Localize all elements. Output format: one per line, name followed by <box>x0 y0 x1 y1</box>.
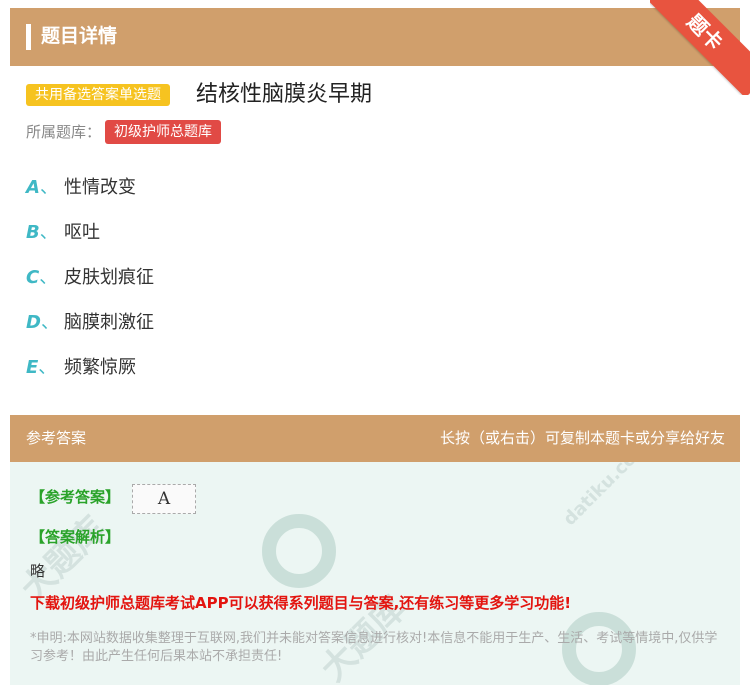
option-text: 性情改变 <box>64 177 136 198</box>
option-text: 皮肤划痕征 <box>64 267 154 288</box>
option-letter: E <box>26 357 39 378</box>
option-separator: 、 <box>39 267 58 288</box>
option-a[interactable]: A、 性情改变 <box>26 175 136 201</box>
answer-header-bar: 参考答案 长按（或右击）可复制本题卡或分享给好友 <box>10 415 740 462</box>
option-text: 频繁惊厥 <box>64 357 136 378</box>
option-letter: D <box>26 312 41 333</box>
explanation-label: 【答案解析】 <box>30 528 121 546</box>
option-b[interactable]: B、 呕吐 <box>26 220 100 246</box>
answer-label: 【参考答案】 <box>30 488 121 506</box>
disclaimer-text: *申明:本网站数据收集整理于互联网,我们并未能对答案信息进行核对!本信息不能用于… <box>30 631 718 664</box>
question-title: 结核性脑膜炎早期 <box>196 82 373 107</box>
watermark-domain: datiku.com <box>559 462 655 530</box>
page-title: 题目详情 <box>41 25 118 47</box>
question-type-badge: 共用备选答案单选题 <box>26 84 170 106</box>
app-download-link[interactable]: 下载初级护师总题库考试APP可以获得系列题目与答案,还有练习等更多学习功能! <box>30 592 571 614</box>
explanation-text: 略 <box>30 562 46 580</box>
option-separator: 、 <box>38 357 57 378</box>
option-letter: B <box>26 222 40 243</box>
option-text: 脑膜刺激征 <box>64 312 154 333</box>
ribbon-corner: 题卡 <box>650 0 750 95</box>
option-separator: 、 <box>39 222 58 243</box>
bank-tag-link[interactable]: 初级护师总题库 <box>105 120 221 144</box>
option-text: 呕吐 <box>64 222 100 243</box>
answer-panel: 大题库 大题库 datiku.com 【参考答案】 A 【答案解析】 略 下载初… <box>10 462 740 685</box>
answer-section-title: 参考答案 <box>26 429 87 447</box>
answer-value: A <box>132 484 196 514</box>
header-accent-bar <box>26 24 31 50</box>
bank-label: 所属题库： <box>26 123 102 141</box>
header-bar: 题目详情 <box>10 8 740 66</box>
option-separator: 、 <box>39 177 58 198</box>
watermark-logo-icon <box>262 514 336 588</box>
option-letter: C <box>26 267 40 288</box>
ribbon-label: 题卡 <box>650 0 750 95</box>
option-separator: 、 <box>40 312 59 333</box>
option-d[interactable]: D、 脑膜刺激征 <box>26 310 154 336</box>
option-letter: A <box>26 177 40 198</box>
share-hint: 长按（或右击）可复制本题卡或分享给好友 <box>439 429 725 447</box>
option-c[interactable]: C、 皮肤划痕征 <box>26 265 154 291</box>
option-e[interactable]: E、 频繁惊厥 <box>26 355 136 381</box>
